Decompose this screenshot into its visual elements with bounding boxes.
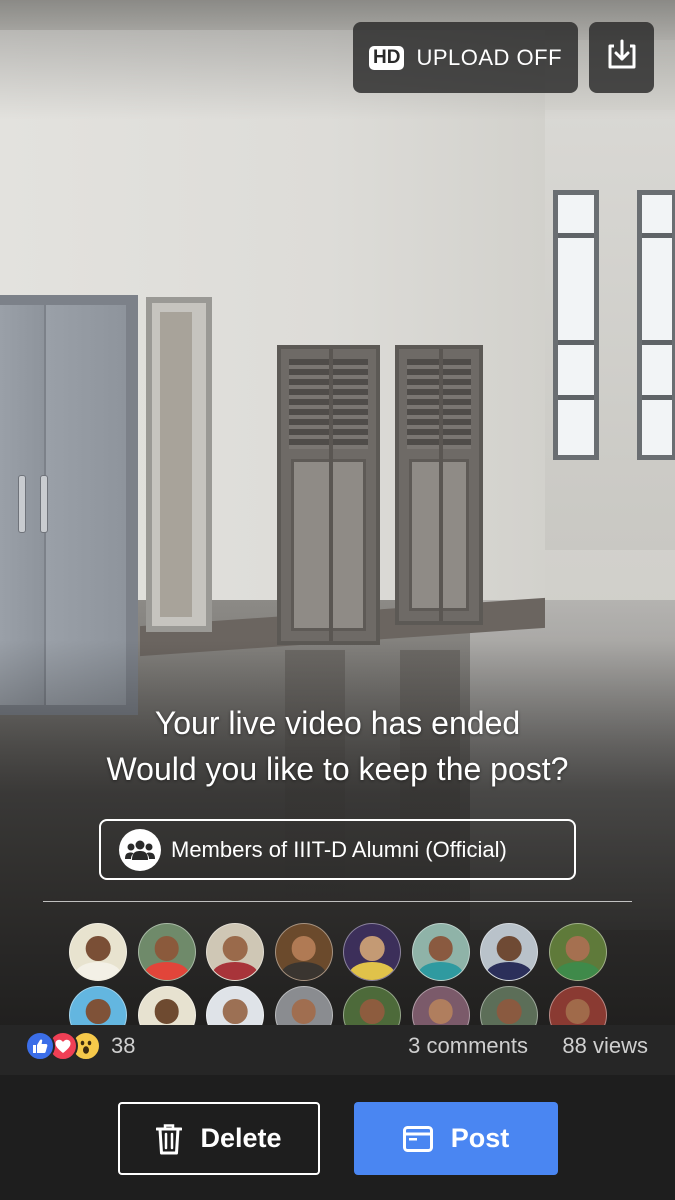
viewer-avatar[interactable] [69,923,127,981]
avatar-head [496,936,522,961]
delete-label: Delete [200,1123,282,1153]
avatar-head [428,936,453,961]
viewer-avatar[interactable] [480,986,538,1026]
post-icon [402,1125,433,1152]
viewer-avatar[interactable] [411,923,470,981]
viewer-avatar[interactable] [343,986,401,1026]
audience-selector[interactable]: Members of IIIT-D Alumni (Official) [99,819,576,880]
viewer-avatar[interactable] [69,986,127,1026]
scene-shutter [277,345,380,645]
stats-row: 38 3 comments 88 views [0,1025,675,1075]
scene-window [637,190,675,460]
avatar-body [281,962,326,980]
viewer-avatar[interactable] [274,923,333,981]
trash-icon [156,1123,183,1155]
scene-door-handle [18,475,26,533]
avatar-head [222,999,248,1024]
scene-wall-panel-inner [160,312,192,617]
avatar-head [154,999,179,1024]
post-button[interactable]: Post [354,1102,558,1175]
viewer-avatar[interactable] [137,986,196,1026]
scene-window [553,190,599,460]
viewer-avatar[interactable] [274,986,333,1026]
viewer-avatar[interactable] [206,986,264,1026]
hd-upload-toggle[interactable]: HD UPLOAD OFF [353,22,578,93]
avatar-head [428,999,453,1024]
scene-window-bar [558,395,594,400]
reactions-summary[interactable]: 38 [25,1031,135,1061]
avatar-head [565,936,590,961]
scene-window-bar [642,395,672,400]
scene-window-bar [558,233,594,238]
avatar-head [291,936,316,961]
comments-count[interactable]: 3 comments [408,1033,528,1059]
avatar-head [85,999,111,1024]
avatar-body [75,962,121,980]
download-button[interactable] [589,22,654,93]
video-frame [0,0,675,1075]
like-icon [25,1031,55,1061]
hd-icon: HD [369,45,405,70]
post-label: Post [450,1123,510,1153]
avatar-head [359,936,385,961]
scene-shutter [395,345,483,625]
avatar-body [555,962,600,980]
audience-label: Members of IIIT-D Alumni (Official) [171,836,507,862]
viewer-avatar[interactable] [548,923,607,981]
reaction-count: 38 [111,1033,136,1058]
avatar-head [496,999,522,1024]
avatar-head [291,999,316,1024]
viewer-avatar[interactable] [480,923,538,981]
viewer-avatar[interactable] [206,923,264,981]
scene-window-bar [642,340,672,345]
viewer-avatar[interactable] [137,923,196,981]
divider [43,901,632,902]
scene-door-handle [40,475,48,533]
viewer-avatar[interactable] [548,986,607,1026]
scene-shutter-divider [439,349,443,621]
avatar-body [349,962,395,980]
scene-window-bar [642,233,672,238]
avatar-head [85,936,111,961]
action-bar: Delete Post [0,1075,675,1200]
viewer-avatar[interactable] [411,986,470,1026]
ended-title: Your live video has ended [154,705,521,741]
avatar-head [222,936,248,961]
delete-button[interactable]: Delete [118,1102,320,1175]
scene-shutter-divider [328,349,333,641]
avatar-body [212,962,258,980]
avatar-body [486,962,532,980]
avatar-head [359,999,385,1024]
viewer-avatar[interactable] [343,923,401,981]
hd-upload-label: UPLOAD OFF [416,44,563,70]
avatar-body [144,962,189,980]
views-count: 88 views [562,1033,648,1058]
download-icon [605,38,639,77]
scene-window-bar [558,340,594,345]
ended-subtitle: Would you like to keep the post? [106,751,569,787]
viewer-avatars [69,923,609,1026]
avatar-head [154,936,179,961]
live-ended-screen: HD UPLOAD OFF Your live video has ended … [0,0,675,1200]
avatar-head [565,999,590,1024]
avatar-body [418,962,463,980]
group-icon [119,828,161,871]
